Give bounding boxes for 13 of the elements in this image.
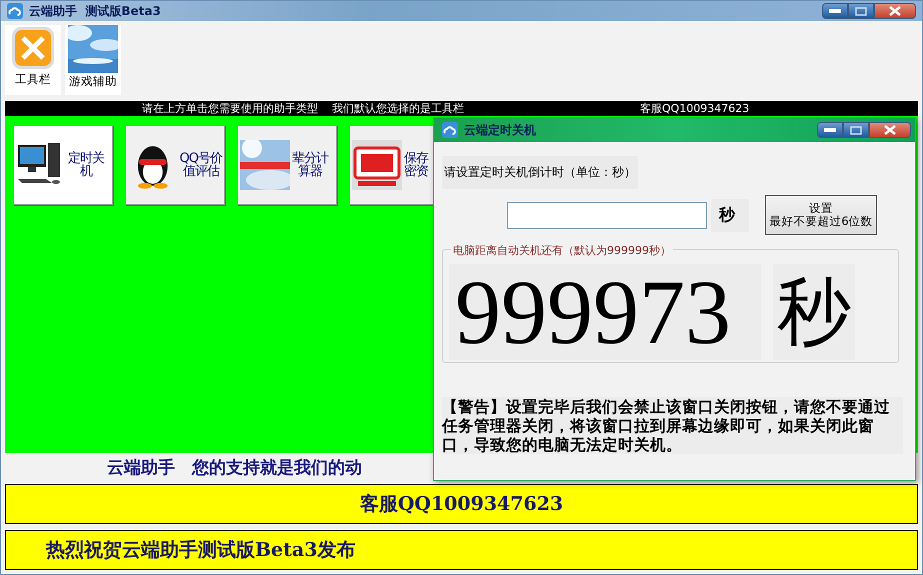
countdown-unit: 秒 [773,264,855,360]
warning-text: 【警告】设置完毕后我们会禁止该窗口关闭按钮，请您不要通过任务管理器关闭，将该窗口拉到屏幕边缘即可，如果关闭此窗口，导致您的电脑无法定时关机。 [442,397,903,454]
unit-label: 秒 [711,198,749,232]
banner: 客服QQ1009347623 [5,484,918,524]
dialog-title: 云端定时关机 [464,122,537,138]
hint-text: 请在上方单击您需要使用的助手类型 我们默认您选择的是工具栏 [142,101,465,116]
countdown-value: 999973 [449,264,761,360]
window-title: 云端助手 测试版Beta3 [29,2,162,20]
caption-text: 云端助手 您的支持就是我们的动 [107,456,362,478]
contact-text: 客服QQ1009347623 [640,101,750,116]
banner: 热烈祝贺云端助手测试版Beta3发布 [5,530,918,570]
group-label: 电脑距离自动关机还有（默认为999999秒） [451,243,673,258]
prompt-text: 请设置定时关机倒计时（单位：秒） [442,156,638,189]
